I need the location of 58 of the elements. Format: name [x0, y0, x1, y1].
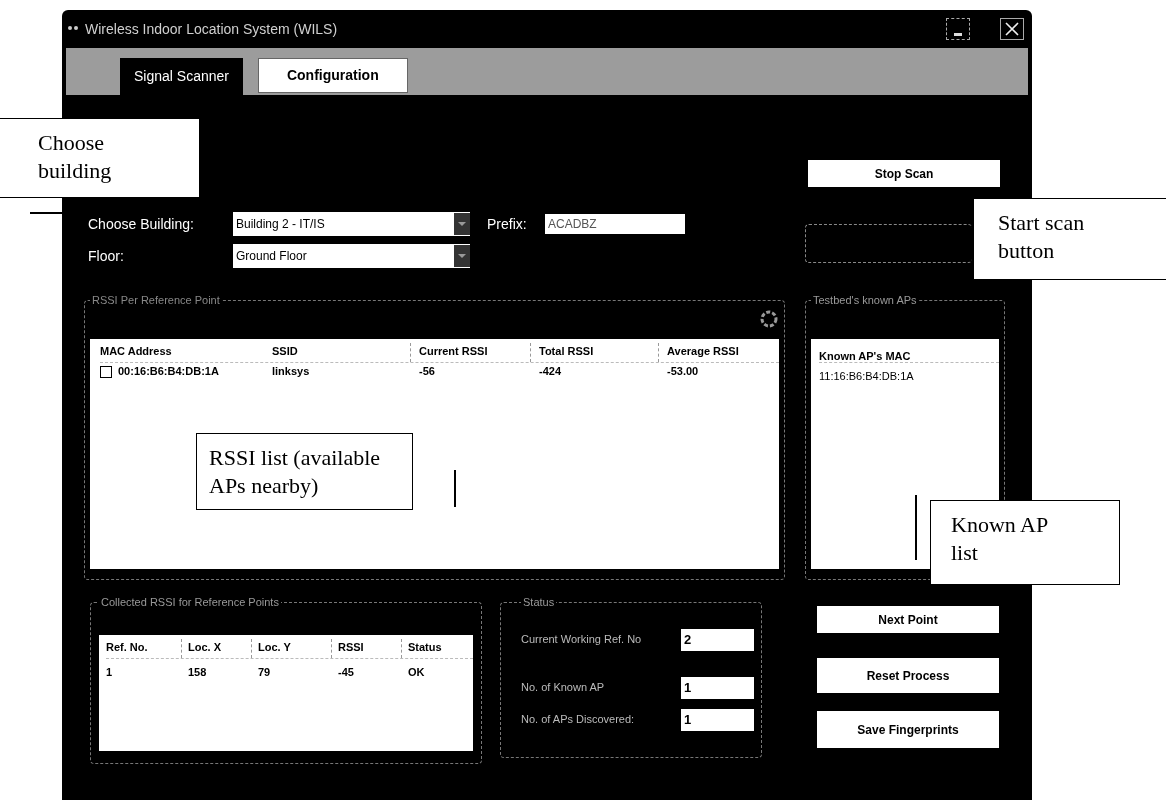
table-cell-text: -56 — [419, 364, 435, 380]
action-button[interactable]: Save Fingerprints — [817, 711, 999, 748]
column-header: Total RSSI — [530, 342, 658, 362]
table-cell-text: 00:16:B6:B4:DB:1A — [118, 364, 219, 380]
callout-box: Start scan button — [973, 198, 1166, 280]
callout-box: RSSI list (available APs nearby) — [196, 433, 413, 510]
group-title: Testbed's known APs — [812, 293, 918, 308]
value-field[interactable]: 1 — [681, 708, 754, 731]
value-field[interactable]: 1 — [681, 676, 754, 699]
stop-scan-button[interactable]: Stop Scan — [808, 160, 1000, 187]
group-title: Status — [522, 595, 556, 610]
column-header: Known AP's MAC — [819, 349, 911, 362]
action-button[interactable]: Next Point — [817, 606, 999, 633]
minimize-icon — [954, 33, 962, 36]
minimize-button[interactable] — [946, 18, 970, 40]
tab[interactable]: Configuration — [257, 58, 408, 93]
group-title: RSSI Per Reference Point — [91, 293, 221, 308]
field-label: Prefix: — [487, 214, 528, 234]
list-item[interactable]: 11:16:B6:B4:DB:1A — [819, 369, 914, 382]
leader-line — [454, 470, 456, 507]
column-header: SSID — [272, 343, 299, 359]
action-button[interactable]: Reset Process — [817, 658, 999, 693]
window-title: Wireless Indoor Location System (WILS) — [85, 19, 338, 39]
table-cell: 1 — [106, 665, 113, 678]
building-dropdown[interactable]: Building 2 - IT/IS — [233, 212, 470, 236]
column-header: Current RSSI — [410, 342, 530, 362]
app-icon — [67, 25, 79, 33]
field-label: Choose Building: — [88, 214, 195, 234]
close-icon — [1005, 22, 1019, 36]
callout-box: Known AP list — [930, 500, 1120, 585]
table-cell: OK — [408, 665, 425, 678]
column-header: Ref. No. — [106, 639, 149, 655]
refresh-icon — [759, 308, 779, 329]
floor-dropdown[interactable]: Ground Floor — [233, 244, 470, 268]
column-header: RSSI — [331, 638, 401, 658]
checkbox[interactable] — [100, 365, 112, 378]
table-cell-text: linksys — [272, 364, 310, 380]
leader-line — [915, 495, 917, 560]
column-header: MAC Address — [100, 343, 173, 359]
table-cell-text: -424 — [539, 364, 562, 380]
column-header: Loc. Y — [251, 638, 331, 658]
field-label: Current Working Ref. No — [521, 632, 643, 648]
table-cell: 158 — [188, 665, 207, 678]
table-cell-text: -53.00 — [667, 364, 699, 380]
table-cell: -45 — [338, 665, 354, 678]
prefix-field[interactable]: ACADBZ — [545, 214, 685, 234]
field-label: No. of APs Discovered: — [521, 712, 636, 728]
column-header: Loc. X — [181, 638, 251, 658]
close-button[interactable] — [1000, 18, 1024, 40]
group-title: Collected RSSI for Reference Points — [100, 595, 280, 610]
column-header: Status — [401, 638, 473, 658]
field-label: No. of Known AP — [521, 680, 606, 696]
column-header: Average RSSI — [658, 342, 779, 362]
callout-box: Choose building — [0, 118, 200, 198]
tab[interactable]: Signal Scanner — [120, 58, 243, 95]
field-label: Floor: — [88, 246, 125, 266]
value-field[interactable]: 2 — [681, 628, 754, 651]
table-cell: 79 — [258, 665, 271, 678]
